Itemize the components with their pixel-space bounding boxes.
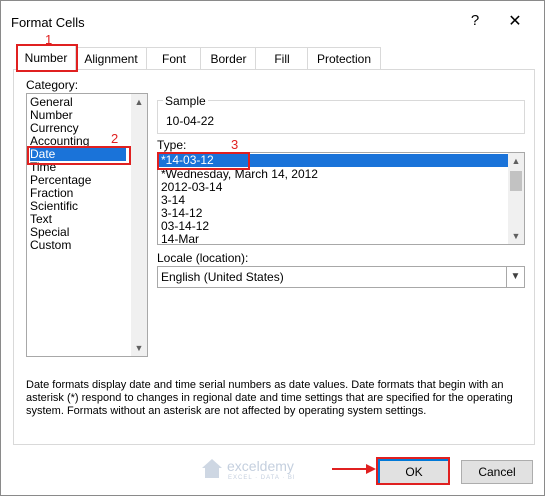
- scroll-up-icon[interactable]: ▲: [131, 94, 147, 110]
- category-label: Category:: [26, 78, 79, 92]
- sample-label: Sample: [163, 94, 208, 108]
- tab-alignment[interactable]: Alignment: [74, 47, 148, 70]
- locale-select[interactable]: English (United States) ▼: [157, 266, 525, 288]
- chevron-down-icon[interactable]: ▼: [506, 267, 524, 287]
- type-scrollbar[interactable]: ▲ ▼: [508, 153, 524, 244]
- help-icon[interactable]: ?: [467, 12, 483, 30]
- locale-label: Locale (location):: [157, 251, 249, 265]
- dialog-title: Format Cells: [11, 15, 85, 30]
- exceldemy-logo-icon: [202, 459, 222, 478]
- scroll-down-icon[interactable]: ▼: [131, 340, 147, 356]
- exceldemy-watermark: exceldemy EXCEL · DATA · BI: [201, 452, 331, 488]
- category-list[interactable]: General Number Currency Accounting Date …: [26, 93, 148, 357]
- sample-value: 10-04-22: [166, 114, 215, 128]
- type-item-0[interactable]: *14-03-12: [159, 154, 508, 167]
- close-icon[interactable]: ✕: [505, 11, 525, 31]
- title-bar: Format Cells ? ✕: [1, 1, 544, 37]
- tab-fill[interactable]: Fill: [255, 47, 309, 70]
- annotation-step-1: 1: [45, 32, 53, 47]
- type-item-6[interactable]: 14-Mar: [161, 233, 199, 246]
- scroll-down-icon[interactable]: ▼: [508, 228, 524, 244]
- scroll-up-icon[interactable]: ▲: [508, 153, 524, 169]
- tab-number[interactable]: Number: [16, 44, 76, 71]
- tab-font[interactable]: Font: [146, 47, 202, 70]
- ok-button[interactable]: OK: [378, 459, 450, 485]
- category-item-custom[interactable]: Custom: [30, 239, 71, 252]
- scroll-thumb[interactable]: [510, 171, 522, 191]
- locale-value: English (United States): [161, 270, 284, 284]
- watermark-name: exceldemy: [227, 458, 294, 474]
- annotation-arrow-icon: [332, 464, 376, 474]
- tab-strip: Number Alignment Font Border Fill Protec…: [13, 44, 533, 71]
- tab-border[interactable]: Border: [200, 47, 257, 70]
- type-list[interactable]: *14-03-12 *Wednesday, March 14, 2012 201…: [157, 152, 525, 246]
- annotation-step-3: 3: [231, 137, 239, 152]
- watermark-tagline: EXCEL · DATA · BI: [228, 475, 296, 481]
- tab-protection[interactable]: Protection: [307, 47, 381, 70]
- cancel-button[interactable]: Cancel: [461, 460, 533, 484]
- category-scrollbar[interactable]: ▲ ▼: [131, 94, 147, 356]
- type-label: Type:: [157, 138, 187, 152]
- format-cells-dialog: Format Cells ? ✕ Number Alignment Font B…: [0, 0, 545, 496]
- format-description: Date formats display date and time seria…: [26, 379, 513, 417]
- annotation-step-2: 2: [111, 131, 119, 146]
